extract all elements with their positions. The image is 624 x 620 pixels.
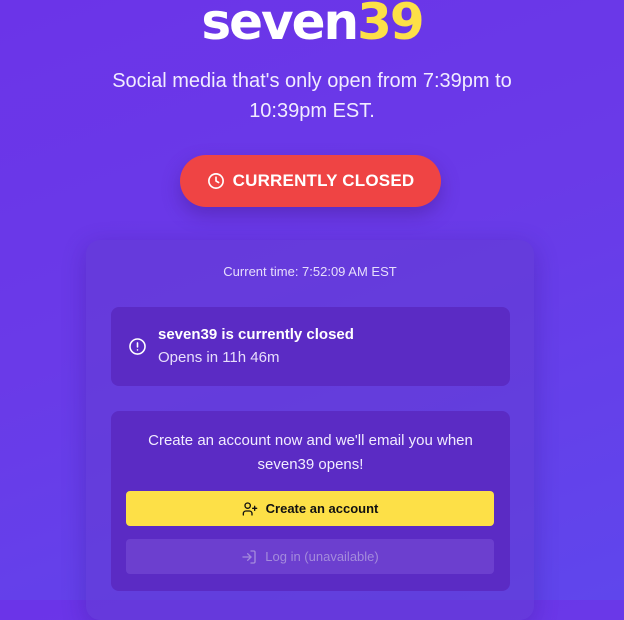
closed-notice-countdown: Opens in 11h 46m (158, 349, 280, 366)
create-account-button[interactable]: Create an account (126, 491, 494, 526)
info-icon (128, 337, 147, 361)
clock-icon (207, 172, 225, 190)
current-time: Current time: 7:52:09 AM EST (223, 264, 397, 279)
logo-word: seven (201, 0, 359, 51)
create-account-label: Create an account (265, 501, 379, 516)
status-badge: CURRENTLY CLOSED (180, 155, 441, 207)
closed-notice: seven39 is currently closed Opens in 11h… (111, 307, 510, 386)
log-in-icon (241, 549, 257, 565)
signup-card: Create an account now and we'll email yo… (111, 411, 510, 591)
login-button: Log in (unavailable) (126, 539, 494, 574)
status-label: CURRENTLY CLOSED (232, 171, 415, 190)
logo-number: 39 (357, 0, 425, 51)
tagline: Social media that's only open from 7:39p… (112, 70, 512, 122)
user-plus-icon (242, 501, 258, 517)
login-label: Log in (unavailable) (265, 549, 379, 564)
logo: seven39 (0, 0, 624, 52)
signup-message: Create an account now and we'll email yo… (148, 432, 473, 473)
closed-notice-title: seven39 is currently closed (158, 326, 354, 343)
